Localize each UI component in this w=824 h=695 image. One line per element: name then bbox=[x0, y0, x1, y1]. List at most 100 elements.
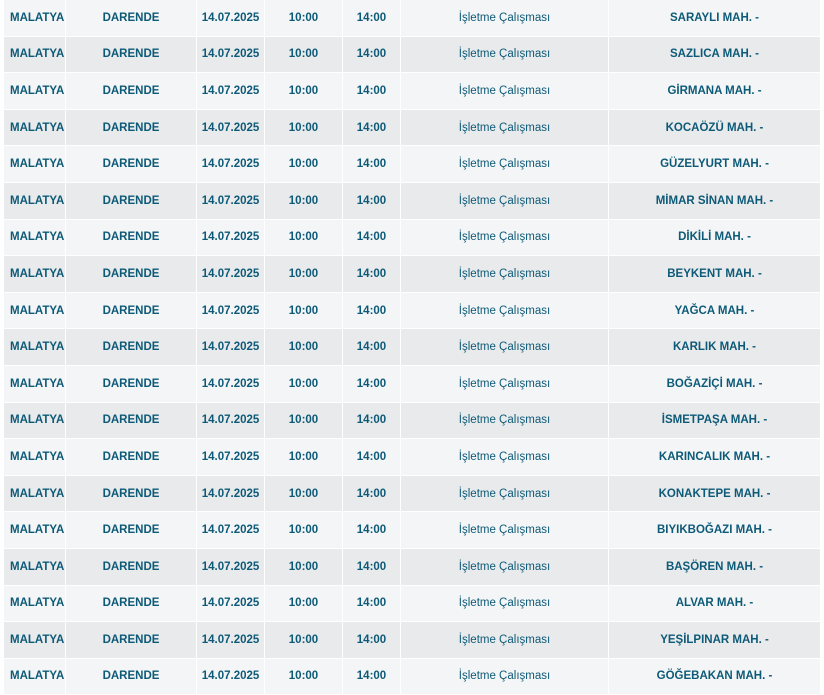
cell-end-time: 14:00 bbox=[343, 512, 401, 548]
cell-province: MALATYA bbox=[4, 256, 66, 292]
cell-start-time: 10:00 bbox=[265, 658, 343, 695]
cell-end-time: 14:00 bbox=[343, 402, 401, 439]
cell-date: 14.07.2025 bbox=[197, 292, 265, 329]
cell-end-time: 14:00 bbox=[343, 256, 401, 292]
table-row: MALATYA DARENDE 14.07.2025 10:00 14:00 İşletm… bbox=[4, 512, 820, 549]
cell-neighborhood: GÖĞEBAKAN MAH. - bbox=[656, 670, 773, 683]
cell-end-time: 14:00 bbox=[343, 585, 401, 622]
cell-reason: İşletme Çalışması bbox=[401, 329, 609, 365]
cell-province: MALATYA bbox=[4, 109, 66, 146]
cell-start-time: 10:00 bbox=[265, 402, 343, 439]
cell-reason: İşletme Çalışması bbox=[401, 475, 609, 512]
cell-end-time: 14:00 bbox=[343, 622, 401, 658]
table-row: MALATYA DARENDE 14.07.2025 10:00 14:00 İşletm… bbox=[4, 292, 820, 330]
cell-start-time: 10:00 bbox=[265, 73, 343, 109]
cell-end-time: 14:00 bbox=[343, 292, 401, 329]
cell-reason: İşletme Çalışması bbox=[401, 73, 609, 109]
cell-district: DARENDE bbox=[66, 182, 197, 219]
cell-district: DARENDE bbox=[66, 73, 197, 109]
cell-province: MALATYA bbox=[4, 475, 66, 512]
table-row: MALATYA DARENDE 14.07.2025 10:00 14:00 İşletm… bbox=[4, 585, 820, 623]
cell-district: DARENDE bbox=[66, 36, 197, 73]
cell-date: 14.07.2025 bbox=[197, 439, 265, 475]
cell-start-time: 10:00 bbox=[265, 182, 343, 219]
cell-date: 14.07.2025 bbox=[197, 0, 265, 36]
table-row: MALATYA DARENDE 14.07.2025 10:00 14:00 İşletm… bbox=[4, 256, 820, 293]
cell-neighborhood: BOĞAZİÇİ MAH. - bbox=[666, 377, 763, 390]
table-row: MALATYA DARENDE 14.07.2025 10:00 14:00 İşletm… bbox=[4, 548, 820, 586]
outage-table: MALATYA DARENDE 14.07.2025 10:00 14:00 İşletm… bbox=[4, 0, 820, 695]
cell-date: 14.07.2025 bbox=[197, 658, 265, 695]
cell-end-time: 14:00 bbox=[343, 365, 401, 402]
table-row: MALATYA DARENDE 14.07.2025 10:00 14:00 İşletm… bbox=[4, 439, 820, 476]
table-row: MALATYA DARENDE 14.07.2025 10:00 14:00 İşletm… bbox=[4, 182, 820, 220]
cell-start-time: 10:00 bbox=[265, 329, 343, 365]
table-row: MALATYA DARENDE 14.07.2025 10:00 14:00 İşletm… bbox=[4, 365, 820, 403]
cell-date: 14.07.2025 bbox=[197, 146, 265, 182]
cell-neighborhood: BIYIKBOĞAZI MAH. - bbox=[657, 524, 772, 537]
cell-district: DARENDE bbox=[66, 292, 197, 329]
cell-neighborhood: GÜZELYURT MAH. - bbox=[660, 158, 769, 171]
cell-province: MALATYA bbox=[4, 292, 66, 329]
table-row: MALATYA DARENDE 14.07.2025 10:00 14:00 İşletm… bbox=[4, 622, 820, 659]
cell-province: MALATYA bbox=[4, 0, 66, 36]
cell-district: DARENDE bbox=[66, 329, 197, 365]
cell-province: MALATYA bbox=[4, 622, 66, 658]
cell-date: 14.07.2025 bbox=[197, 622, 265, 658]
cell-reason: İşletme Çalışması bbox=[401, 585, 609, 622]
cell-reason: İşletme Çalışması bbox=[401, 622, 609, 658]
cell-province: MALATYA bbox=[4, 658, 66, 695]
cell-end-time: 14:00 bbox=[343, 439, 401, 475]
cell-end-time: 14:00 bbox=[343, 329, 401, 365]
cell-end-time: 14:00 bbox=[343, 658, 401, 695]
cell-neighborhood: GİRMANA MAH. - bbox=[667, 84, 762, 97]
cell-district: DARENDE bbox=[66, 658, 197, 695]
cell-reason: İşletme Çalışması bbox=[401, 658, 609, 695]
cell-date: 14.07.2025 bbox=[197, 585, 265, 622]
cell-end-time: 14:00 bbox=[343, 109, 401, 146]
cell-start-time: 10:00 bbox=[265, 548, 343, 585]
cell-province: MALATYA bbox=[4, 439, 66, 475]
cell-start-time: 10:00 bbox=[265, 109, 343, 146]
cell-district: DARENDE bbox=[66, 109, 197, 146]
cell-start-time: 10:00 bbox=[265, 36, 343, 73]
cell-district: DARENDE bbox=[66, 146, 197, 182]
cell-province: MALATYA bbox=[4, 548, 66, 585]
cell-date: 14.07.2025 bbox=[197, 36, 265, 73]
cell-date: 14.07.2025 bbox=[197, 512, 265, 548]
table-row: MALATYA DARENDE 14.07.2025 10:00 14:00 İşletm… bbox=[4, 219, 820, 257]
cell-end-time: 14:00 bbox=[343, 182, 401, 219]
cell-district: DARENDE bbox=[66, 585, 197, 622]
cell-reason: İşletme Çalışması bbox=[401, 292, 609, 329]
cell-date: 14.07.2025 bbox=[197, 402, 265, 439]
cell-district: DARENDE bbox=[66, 219, 197, 256]
cell-neighborhood: KARLIK MAH. - bbox=[672, 341, 757, 354]
cell-province: MALATYA bbox=[4, 365, 66, 402]
cell-date: 14.07.2025 bbox=[197, 219, 265, 256]
table-row: MALATYA DARENDE 14.07.2025 10:00 14:00 İşletm… bbox=[4, 36, 820, 74]
cell-date: 14.07.2025 bbox=[197, 73, 265, 109]
cell-province: MALATYA bbox=[4, 73, 66, 109]
table-row: MALATYA DARENDE 14.07.2025 10:00 14:00 İşletm… bbox=[4, 402, 820, 440]
cell-neighborhood: KONAKTEPE MAH. - bbox=[658, 487, 771, 500]
cell-neighborhood: DİKİLİ MAH. - bbox=[678, 231, 751, 244]
cell-neighborhood: ALVAR MAH. - bbox=[675, 597, 754, 610]
cell-start-time: 10:00 bbox=[265, 146, 343, 182]
cell-start-time: 10:00 bbox=[265, 292, 343, 329]
cell-end-time: 14:00 bbox=[343, 548, 401, 585]
cell-neighborhood: YAĞCA MAH. - bbox=[674, 304, 755, 317]
cell-province: MALATYA bbox=[4, 512, 66, 548]
cell-neighborhood: MİMAR SİNAN MAH. - bbox=[655, 194, 774, 207]
cell-neighborhood: BAŞÖREN MAH. - bbox=[665, 560, 764, 573]
cell-date: 14.07.2025 bbox=[197, 109, 265, 146]
cell-end-time: 14:00 bbox=[343, 73, 401, 109]
cell-district: DARENDE bbox=[66, 0, 197, 36]
cell-reason: İşletme Çalışması bbox=[401, 365, 609, 402]
cell-district: DARENDE bbox=[66, 256, 197, 292]
cell-province: MALATYA bbox=[4, 585, 66, 622]
cell-date: 14.07.2025 bbox=[197, 329, 265, 365]
cell-neighborhood: BEYKENT MAH. - bbox=[667, 267, 762, 280]
cell-district: DARENDE bbox=[66, 439, 197, 475]
cell-neighborhood: KOCAÖZÜ MAH. - bbox=[665, 121, 764, 134]
cell-district: DARENDE bbox=[66, 475, 197, 512]
